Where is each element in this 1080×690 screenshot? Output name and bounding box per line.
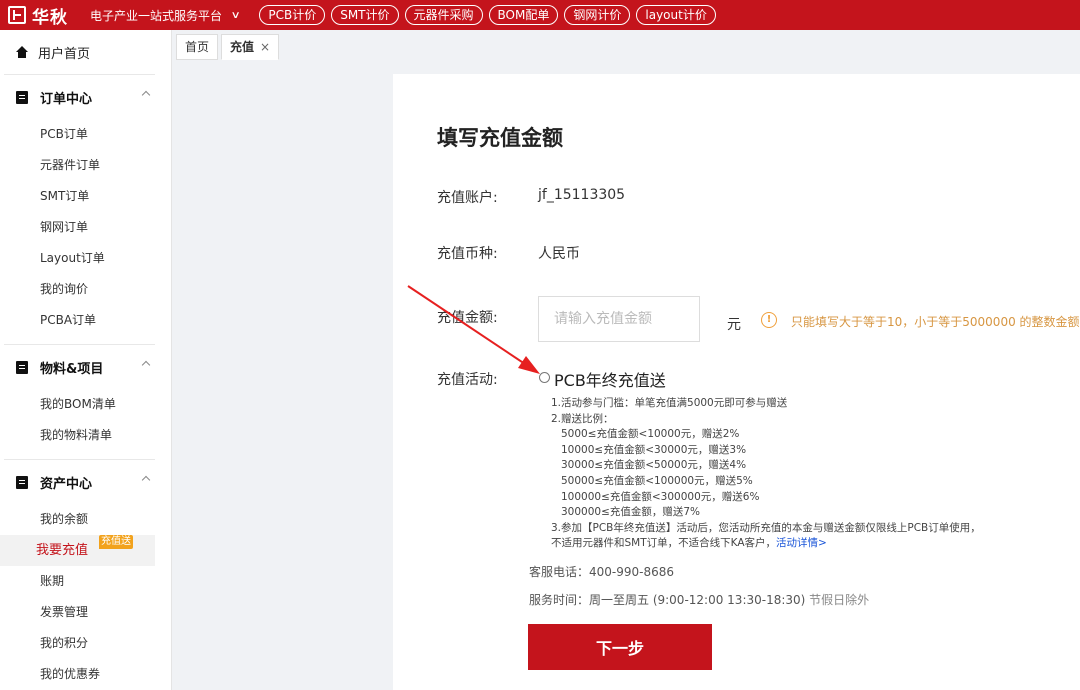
chevron-up-icon xyxy=(141,360,151,370)
amount-label: 充值金额: xyxy=(437,310,498,326)
sidebar-item-my-coupons[interactable]: 我的优惠券 xyxy=(0,659,171,690)
rule-tier: 30000≤充值金额<50000元，赠送4% xyxy=(561,459,747,472)
sidebar-item-component-orders[interactable]: 元器件订单 xyxy=(0,150,171,181)
activity-radio[interactable] xyxy=(539,372,550,383)
promo-badge: 充值送 xyxy=(99,535,133,549)
sidebar-item-my-balance[interactable]: 我的余额 xyxy=(0,504,171,535)
activity-rules: 1.活动参与门槛：单笔充值满5000元即可参与赠送 2.赠送比例： 5000≤充… xyxy=(551,396,981,552)
home-icon xyxy=(16,46,28,58)
sidebar-group-orders[interactable]: 订单中心 xyxy=(0,75,171,119)
tab-label: 充值 xyxy=(230,40,255,54)
sidebar-item-my-points[interactable]: 我的积分 xyxy=(0,628,171,659)
rule-line: 2.赠送比例： xyxy=(551,412,614,425)
components-purchase-link[interactable]: 元器件采购 xyxy=(404,5,483,25)
recharge-form-panel: 填写充值金额 充值账户: jf_15113305 充值币种: 人民币 充值金额:… xyxy=(393,74,1080,690)
rule-tier: 100000≤充值金额<300000元，赠送6% xyxy=(561,490,760,503)
platform-label: 电子产业一站式服务平台 xyxy=(90,8,223,23)
rule-tier: 10000≤充值金额<30000元，赠送3% xyxy=(561,443,747,456)
sidebar-group-label: 订单中心 xyxy=(40,91,93,107)
sidebar-item-home[interactable]: 用户首页 xyxy=(0,30,171,74)
service-time-text: 服务时间：周一至周五 (9:00-12:00 13:30-18:30) xyxy=(529,593,806,607)
sidebar-group-label: 资产中心 xyxy=(40,476,93,492)
service-hours: 服务时间：周一至周五 (9:00-12:00 13:30-18:30) 节假日除… xyxy=(529,591,869,608)
activity-name[interactable]: PCB年终充值送 xyxy=(554,367,666,391)
top-links: PCB计价 SMT计价 元器件采购 BOM配单 钢网计价 layout计价 xyxy=(259,5,721,25)
clipboard-icon xyxy=(16,90,28,104)
tab-home[interactable]: 首页 xyxy=(176,34,219,60)
activity-details-link[interactable]: 活动详情> xyxy=(776,537,827,549)
page-tabs: 首页 充值 × xyxy=(176,34,282,60)
sidebar-home-label: 用户首页 xyxy=(38,46,91,62)
amount-hint: 只能填写大于等于10，小于等于5000000 的整数金额。 xyxy=(791,315,1080,329)
chevron-up-icon xyxy=(141,475,151,485)
account-value: jf_15113305 xyxy=(538,187,626,203)
tab-recharge[interactable]: 充值 × xyxy=(221,34,280,60)
sidebar-item-recharge[interactable]: 我要充值 充值送 xyxy=(0,535,155,566)
sidebar-item-my-materials[interactable]: 我的物料清单 xyxy=(0,420,171,451)
logo[interactable]: 华秋 xyxy=(8,0,68,30)
sidebar-item-pcb-orders[interactable]: PCB订单 xyxy=(0,119,171,150)
clipboard-check-icon xyxy=(16,360,28,374)
sidebar-group-assets[interactable]: 资产中心 xyxy=(0,460,171,504)
account-label: 充值账户: xyxy=(437,190,498,206)
next-step-button[interactable]: 下一步 xyxy=(528,624,712,670)
sidebar-item-pcba-orders[interactable]: PCBA订单 xyxy=(0,305,171,336)
sidebar-item-credit-period[interactable]: 账期 xyxy=(0,566,171,597)
currency-label: 充值币种: xyxy=(437,246,498,262)
sidebar-item-layout-orders[interactable]: Layout订单 xyxy=(0,243,171,274)
currency-value: 人民币 xyxy=(538,246,580,262)
sidebar: 用户首页 订单中心 PCB订单 元器件订单 SMT订单 钢网订单 Layout订… xyxy=(0,30,172,690)
activity-label: 充值活动: xyxy=(437,372,498,388)
rule-tier: 5000≤充值金额<10000元，赠送2% xyxy=(561,428,740,441)
close-icon[interactable]: × xyxy=(260,40,270,54)
wallet-icon xyxy=(16,475,28,489)
rule-tier: 300000≤充值金额，赠送7% xyxy=(561,506,701,519)
warning-circle-icon: ! xyxy=(761,312,777,328)
rule-line-last: 不适用元器件和SMT订单，不适合线下KA客户，活动详情> xyxy=(551,536,981,552)
sidebar-item-stencil-orders[interactable]: 钢网订单 xyxy=(0,212,171,243)
amount-input[interactable] xyxy=(538,296,700,342)
logo-icon xyxy=(8,6,26,24)
rule-tier: 50000≤充值金额<100000元，赠送5% xyxy=(561,474,753,487)
top-bar: 华秋 电子产业一站式服务平台 ∨ PCB计价 SMT计价 元器件采购 BOM配单… xyxy=(0,0,1080,30)
sidebar-item-invoices[interactable]: 发票管理 xyxy=(0,597,171,628)
holiday-note: 节假日除外 xyxy=(805,593,870,607)
chevron-down-icon: ∨ xyxy=(230,9,241,21)
bom-link[interactable]: BOM配单 xyxy=(488,5,559,25)
hotline: 客服电话：400-990-8686 xyxy=(529,565,675,579)
sidebar-item-smt-orders[interactable]: SMT订单 xyxy=(0,181,171,212)
rule-text: 不适用元器件和SMT订单，不适合线下KA客户， xyxy=(551,537,777,550)
sidebar-item-my-bom[interactable]: 我的BOM清单 xyxy=(0,389,171,420)
pcb-quote-link[interactable]: PCB计价 xyxy=(259,5,326,25)
smt-quote-link[interactable]: SMT计价 xyxy=(331,5,399,25)
rule-line: 1.活动参与门槛：单笔充值满5000元即可参与赠送 xyxy=(551,397,788,409)
sidebar-group-label: 物料&项目 xyxy=(40,361,104,377)
stencil-quote-link[interactable]: 钢网计价 xyxy=(564,5,631,25)
currency-unit: 元 xyxy=(727,317,741,333)
page-title: 填写充值金额 xyxy=(437,126,563,150)
platform-dropdown[interactable]: 电子产业一站式服务平台 ∨ xyxy=(90,7,241,24)
layout-quote-link[interactable]: layout计价 xyxy=(636,5,716,25)
rule-line: 3.参加【PCB年终充值送】活动后，您活动所充值的本金与赠送金额仅限线上PCB订… xyxy=(551,521,981,534)
chevron-up-icon xyxy=(141,90,151,100)
sidebar-item-label: 我要充值 xyxy=(36,543,89,558)
logo-text: 华秋 xyxy=(32,7,68,28)
sidebar-item-my-inquiries[interactable]: 我的询价 xyxy=(0,274,171,305)
sidebar-group-materials[interactable]: 物料&项目 xyxy=(0,345,171,389)
